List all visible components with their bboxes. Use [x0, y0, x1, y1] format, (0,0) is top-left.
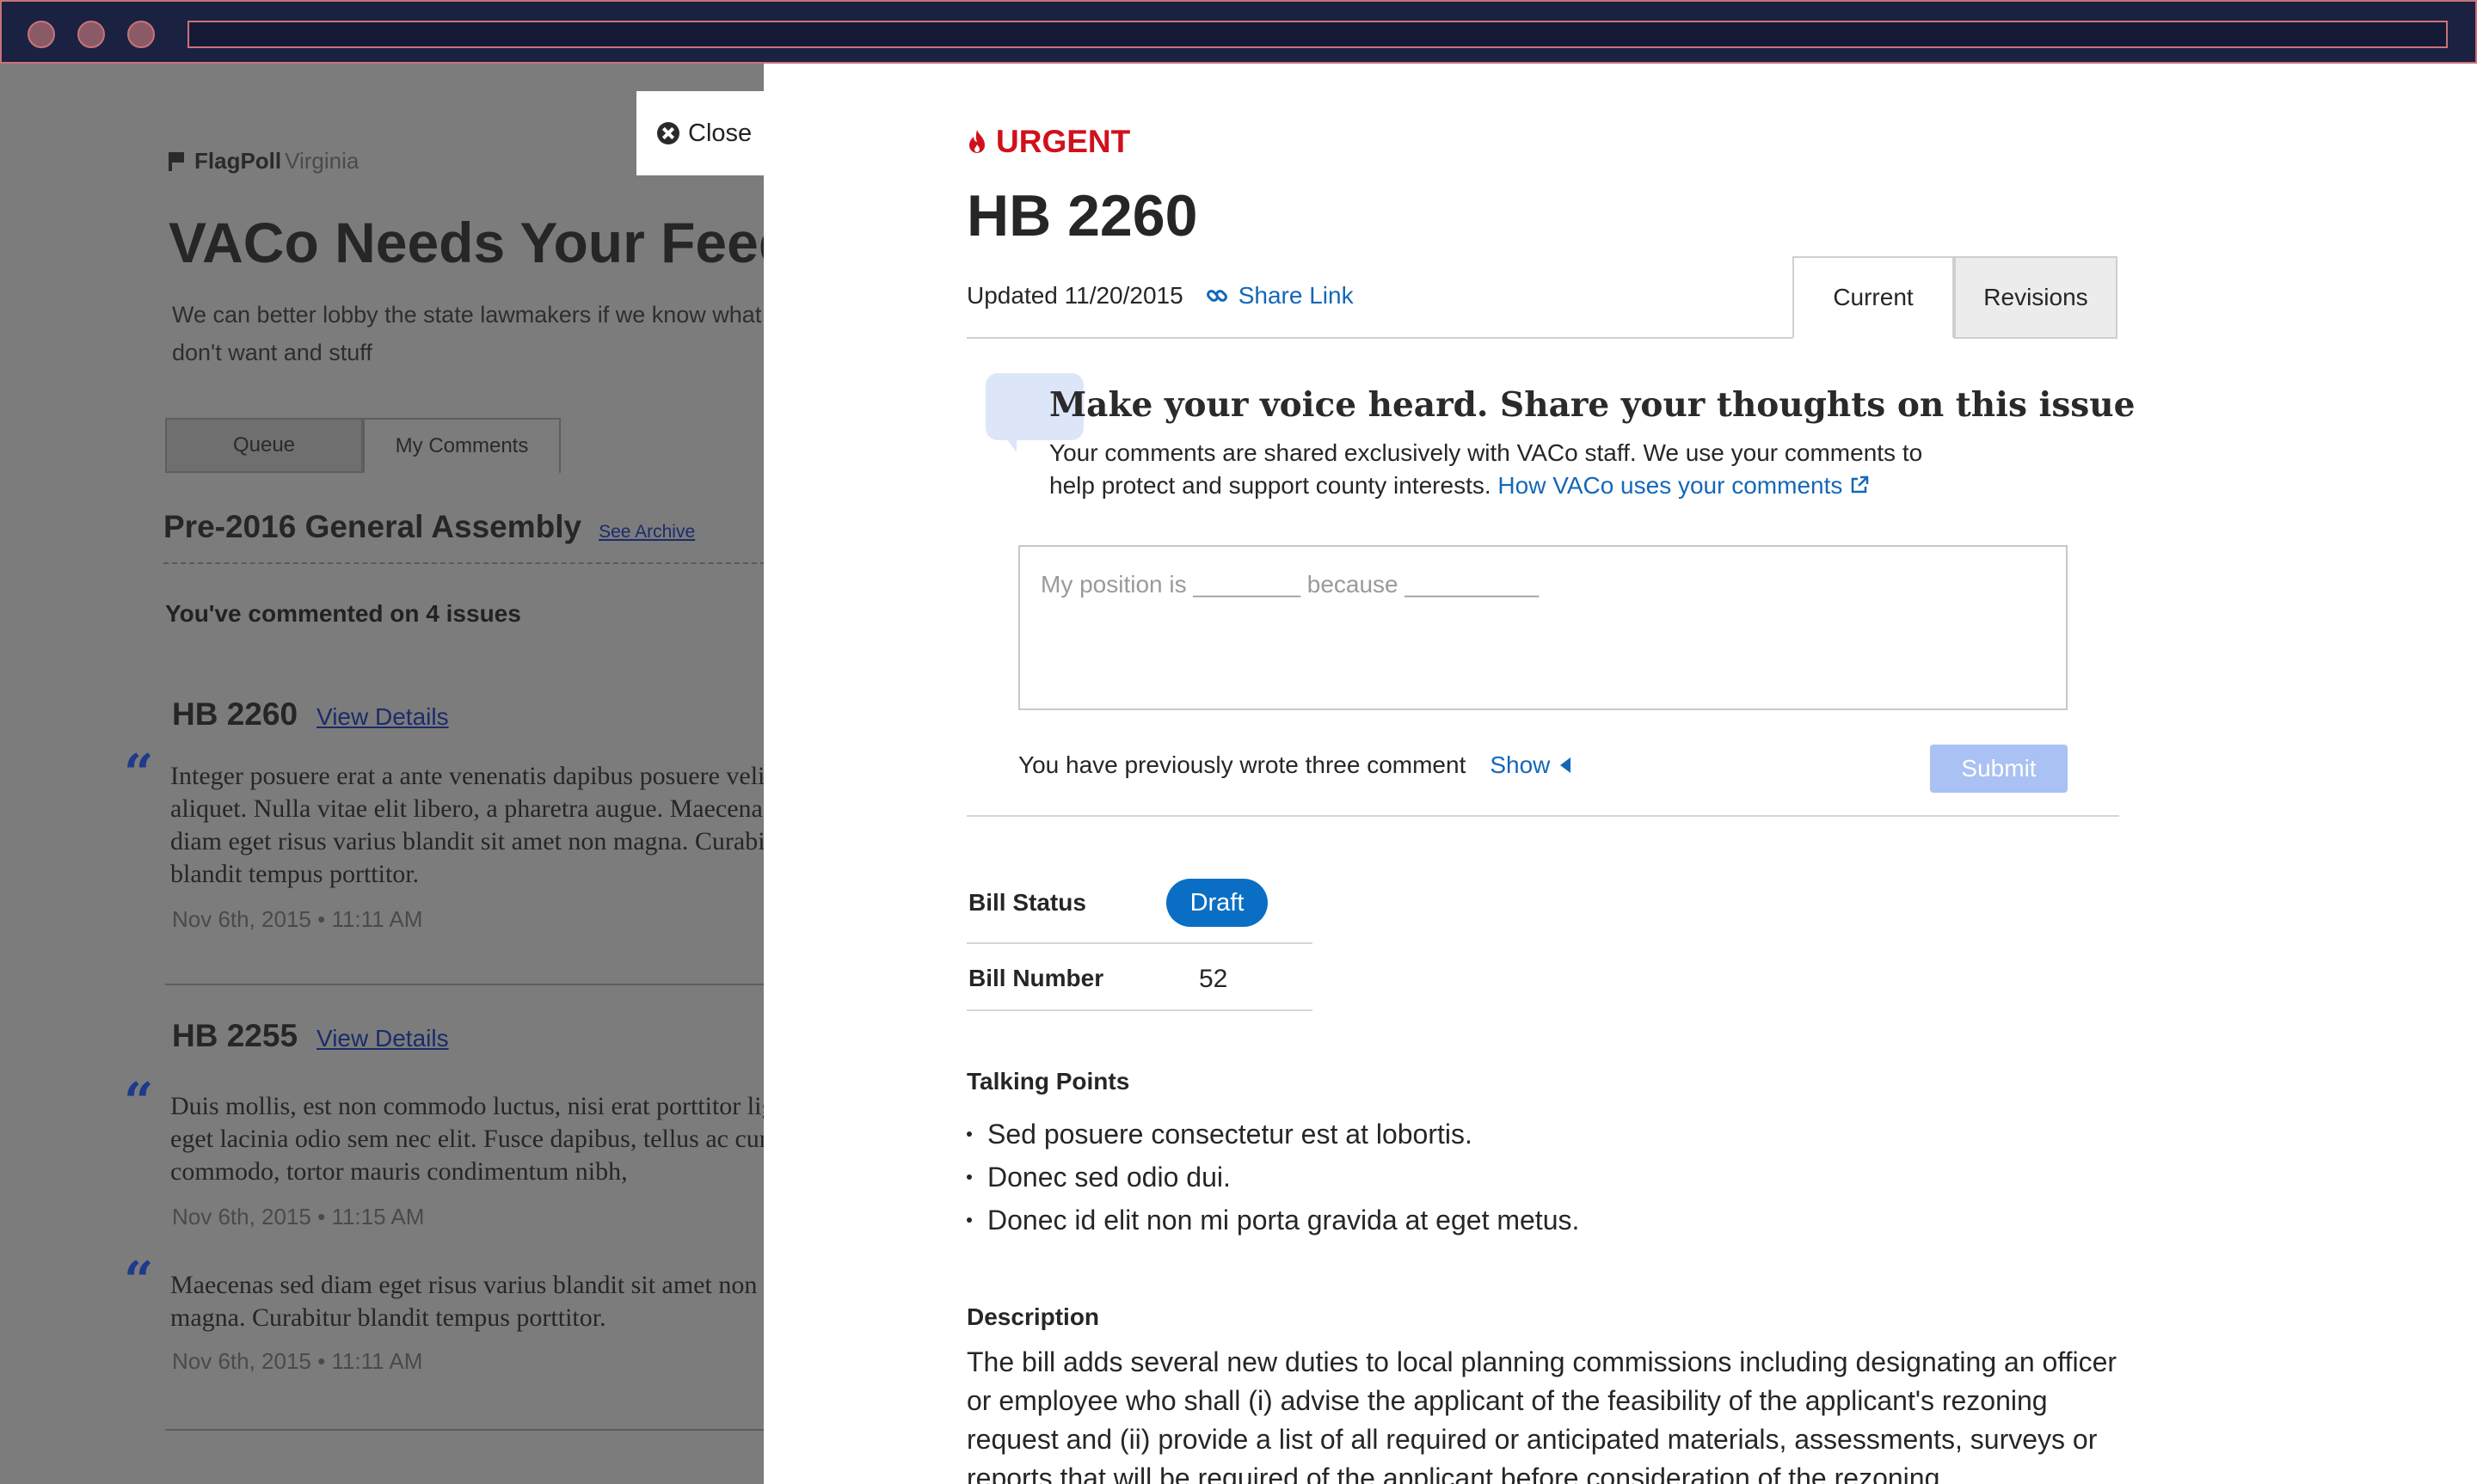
how-vaco-uses-label: How VACo uses your comments [1497, 472, 1843, 499]
close-label: Close [688, 119, 753, 147]
external-link-icon [1851, 475, 1869, 494]
talking-point-text: Donec id elit non mi porta gravida at eg… [987, 1204, 1580, 1236]
tab-queue[interactable]: Queue [165, 418, 363, 473]
window-minimize-dot[interactable] [77, 21, 105, 48]
flagpoll-logo[interactable]: FlagPoll Virginia [169, 148, 359, 175]
talking-point-text: Donec sed odio dui. [987, 1161, 1231, 1193]
comment-text: Integer posuere erat a ante venenatis da… [170, 762, 764, 888]
comment-count: You've commented on 4 issues [165, 600, 521, 627]
caret-left-icon [1560, 757, 1571, 773]
view-details-link[interactable]: View Details [317, 703, 449, 730]
list-item: Donec id elit non mi porta gravida at eg… [967, 1199, 1579, 1242]
description-text: The bill adds several new duties to loca… [967, 1346, 2117, 1484]
how-vaco-uses-link[interactable]: How VACo uses your comments [1497, 472, 1870, 499]
issue-title: HB 2260 View Details [172, 696, 449, 733]
list-item: Donec sed odio dui. [967, 1156, 1579, 1199]
voice-heading: Make your voice heard. Share your though… [1049, 385, 2136, 425]
bullet-icon [967, 1174, 972, 1180]
window-close-dot[interactable] [28, 21, 55, 48]
page-lead: We can better lobby the state lawmakers … [172, 302, 764, 365]
previous-comments-row: You have previously wrote three comment … [1018, 751, 1571, 779]
show-toggle[interactable]: Show [1490, 751, 1571, 779]
section-title-text: Pre-2016 General Assembly [163, 509, 582, 544]
page-heading: VACo Needs Your Feedback [169, 211, 764, 274]
status-divider [967, 942, 1312, 944]
link-icon [1206, 290, 1227, 302]
section-divider [967, 815, 2119, 817]
issue-bill: HB 2255 [172, 1018, 298, 1053]
comment-input[interactable]: My position is ________ because ________… [1018, 545, 2068, 710]
comment-date: Nov 6th, 2015 • 11:11 AM [172, 906, 423, 932]
share-link[interactable]: Share Link [1206, 282, 1354, 310]
talking-point-text: Sed posuere consectetur est at lobortis. [987, 1118, 1472, 1150]
bill-status-label: Bill Status [968, 889, 1086, 916]
flame-icon [967, 129, 987, 155]
bullet-icon [967, 1131, 972, 1137]
bill-title: HB 2260 [967, 183, 1198, 248]
view-details-link[interactable]: View Details [317, 1025, 449, 1052]
flag-icon [169, 151, 187, 171]
comment-date: Nov 6th, 2015 • 11:15 AM [172, 1204, 425, 1230]
previous-comments-text: You have previously wrote three comment [1018, 751, 1466, 778]
show-label: Show [1490, 751, 1551, 778]
bill-detail-panel: URGENT HB 2260 Updated 11/20/2015 Share … [764, 64, 2477, 1484]
bill-number-label: Bill Number [968, 965, 1104, 991]
background-page: FlagPoll Virginia VACo Needs Your Feedba… [0, 64, 764, 1484]
tab-current[interactable]: Current [1792, 256, 1954, 339]
divider [165, 1429, 764, 1431]
address-bar[interactable] [187, 21, 2448, 48]
see-archive-link[interactable]: See Archive [599, 522, 695, 542]
window-maximize-dot[interactable] [127, 21, 155, 48]
voice-body: Your comments are shared exclusively wit… [1049, 437, 1961, 502]
submit-button[interactable]: Submit [1930, 745, 2068, 793]
comment-date: Nov 6th, 2015 • 11:11 AM [172, 1348, 423, 1374]
list-item: Sed posuere consectetur est at lobortis. [967, 1113, 1579, 1156]
comment-text: Maecenas sed diam eget risus varius blan… [170, 1271, 758, 1332]
section-title: Pre-2016 General Assembly See Archive [163, 509, 695, 545]
tab-my-comments[interactable]: My Comments [363, 418, 561, 473]
description-heading: Description [967, 1303, 1100, 1330]
issue-bill: HB 2260 [172, 696, 298, 732]
updated-date: Updated 11/20/2015 [967, 282, 1183, 309]
share-link-label: Share Link [1238, 282, 1354, 309]
urgent-flag: URGENT [967, 124, 1130, 160]
bullet-icon [967, 1217, 972, 1223]
talking-points-list: Sed posuere consectetur est at lobortis.… [967, 1113, 1579, 1242]
status-badge: Draft [1166, 879, 1268, 927]
browser-chrome [0, 0, 2477, 64]
number-divider [967, 1009, 1312, 1011]
urgent-label: URGENT [996, 124, 1131, 159]
comment-text: Duis mollis, est non commodo luctus, nis… [170, 1092, 764, 1186]
divider [165, 984, 764, 985]
logo-light: Virginia [285, 148, 360, 174]
close-icon [657, 122, 679, 144]
bg-tabs: Queue My Comments [165, 418, 561, 473]
quote-icon: “ [124, 1072, 154, 1132]
updated-row: Updated 11/20/2015 Share Link [967, 282, 1354, 310]
quote-icon: “ [124, 744, 154, 804]
bill-number-value: 52 [1199, 965, 1228, 993]
tab-revisions[interactable]: Revisions [1954, 256, 2117, 339]
issue-title: HB 2255 View Details [172, 1018, 449, 1054]
close-button[interactable]: Close [636, 91, 765, 175]
logo-bold: FlagPoll [194, 148, 282, 174]
tab-underline [967, 337, 1794, 339]
dashed-divider [163, 562, 764, 564]
quote-icon: “ [124, 1251, 154, 1311]
talking-points-heading: Talking Points [967, 1068, 1130, 1095]
